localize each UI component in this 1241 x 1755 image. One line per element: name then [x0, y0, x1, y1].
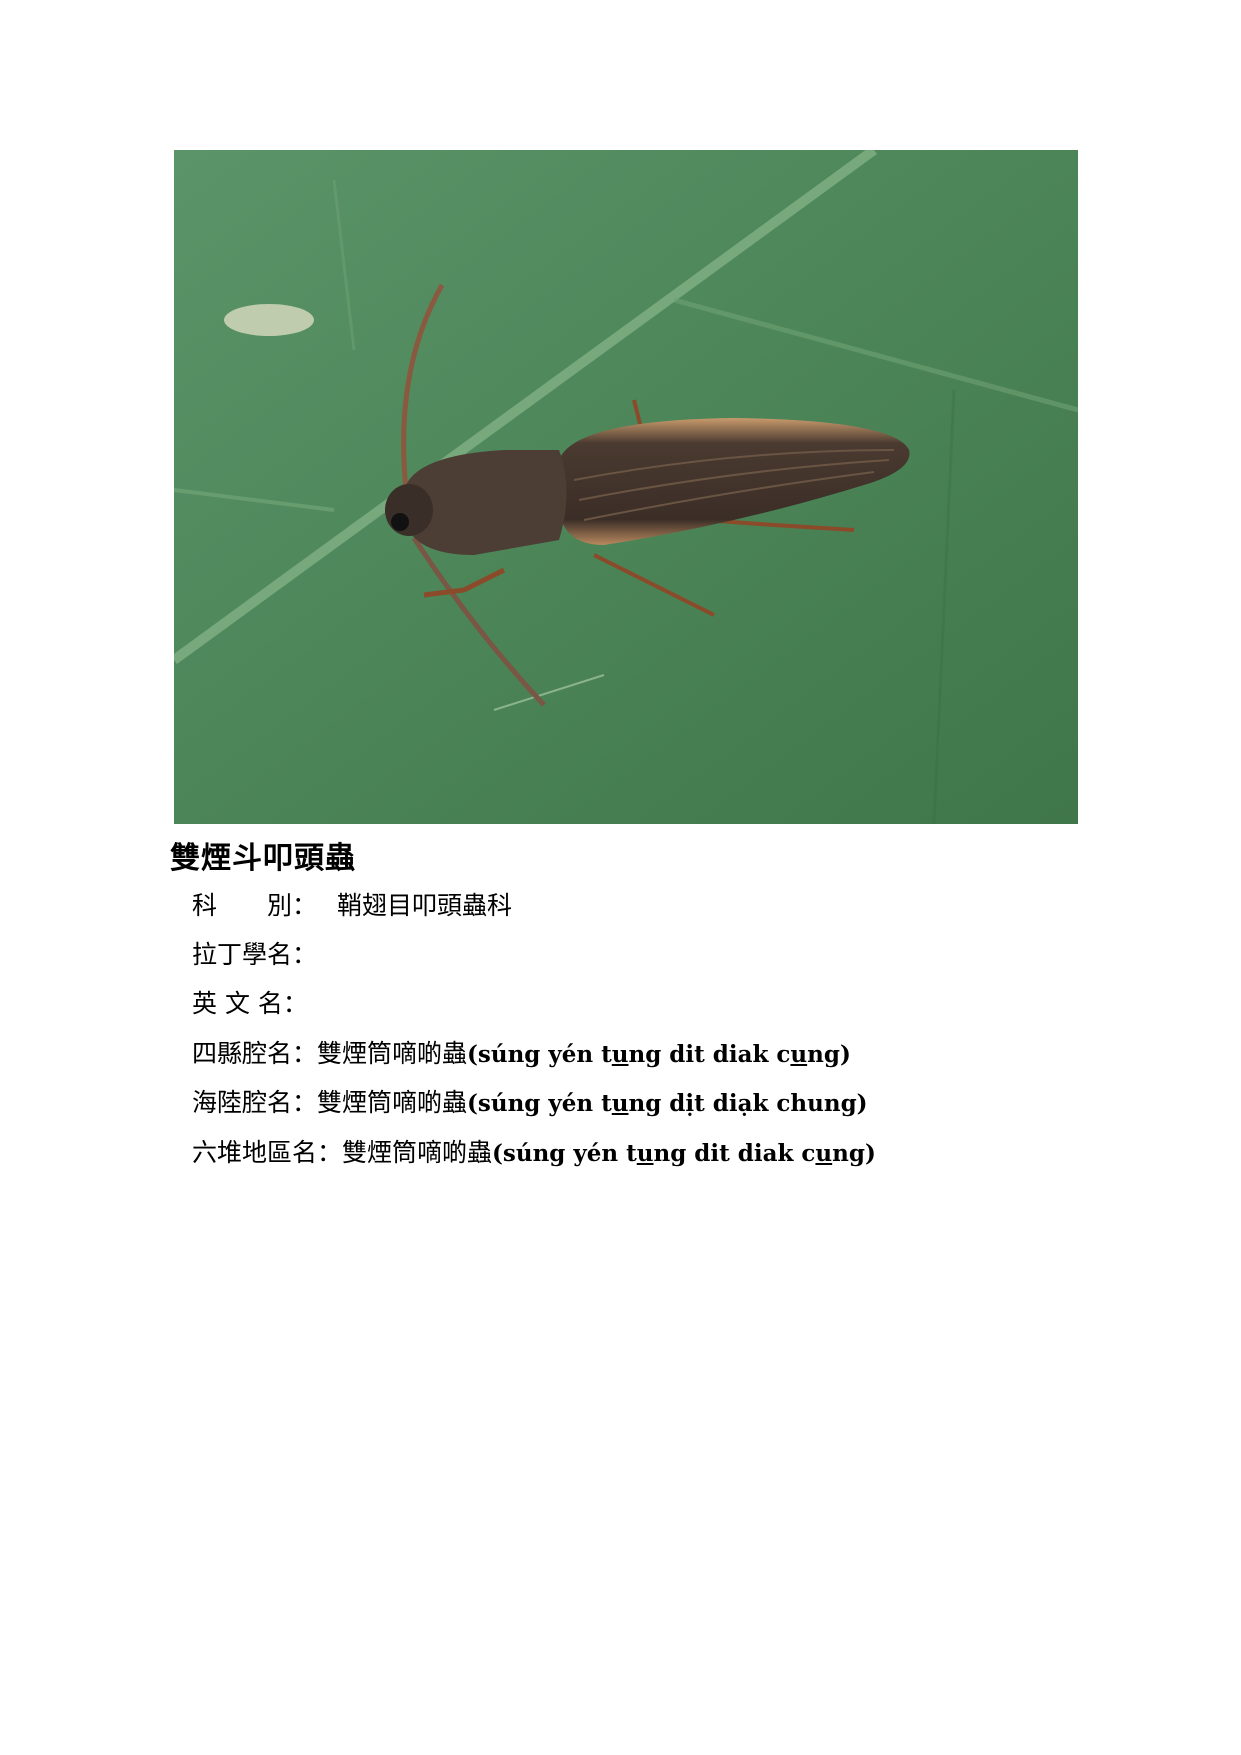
- family-row: 科 別： 鞘翅目叩頭蟲科: [192, 886, 512, 926]
- hailu-name-row: 海陸腔名：雙煙筒嘀啲蟲(súng yén tung dịt diạk chung…: [192, 1083, 868, 1123]
- rom-part: (súng yén t: [492, 1140, 637, 1167]
- rom-part: ng dịt diạk chung): [628, 1090, 868, 1117]
- latin-name-label: 拉丁學名：: [192, 940, 318, 969]
- hailu-romanization: (súng yén tung dịt diạk chung): [467, 1090, 868, 1117]
- liudui-name-row: 六堆地區名：雙煙筒嘀啲蟲(súng yén tung dit diak cung…: [192, 1133, 876, 1173]
- sixian-romanization: (súng yén tung dit diak cung): [467, 1041, 851, 1068]
- rom-part: ng dit diak c: [628, 1041, 791, 1068]
- beetle-photo: [174, 150, 1078, 824]
- family-value: 鞘翅目叩頭蟲科: [337, 891, 513, 920]
- rom-part: (súng yén t: [467, 1090, 612, 1117]
- hailu-name-label: 海陸腔名：: [192, 1088, 318, 1117]
- rom-part: (súng yén t: [467, 1041, 612, 1068]
- liudui-name-hanzi: 雙煙筒嘀啲蟲: [342, 1138, 493, 1167]
- rom-underlined: u: [636, 1140, 654, 1167]
- rom-part: ng): [832, 1140, 876, 1167]
- family-label: 科 別：: [192, 891, 318, 920]
- rom-part: ng dit diak c: [653, 1140, 816, 1167]
- rom-underlined: u: [611, 1090, 629, 1117]
- latin-name-row: 拉丁學名：: [192, 935, 317, 975]
- hailu-name-hanzi: 雙煙筒嘀啲蟲: [317, 1088, 468, 1117]
- liudui-name-label: 六堆地區名：: [192, 1138, 343, 1167]
- english-name-label: 英 文 名：: [192, 989, 308, 1018]
- rom-part: ng): [807, 1041, 851, 1068]
- sixian-name-hanzi: 雙煙筒嘀啲蟲: [317, 1039, 468, 1068]
- rom-underlined: u: [611, 1041, 629, 1068]
- liudui-romanization: (súng yén tung dit diak cung): [492, 1140, 876, 1167]
- sixian-name-label: 四縣腔名：: [192, 1039, 318, 1068]
- english-name-row: 英 文 名：: [192, 984, 308, 1024]
- page-title: 雙煙斗叩頭蟲: [170, 841, 356, 876]
- sixian-name-row: 四縣腔名：雙煙筒嘀啲蟲(súng yén tung dit diak cung): [192, 1034, 851, 1074]
- rom-underlined: u: [815, 1140, 833, 1167]
- rom-underlined: u: [790, 1041, 808, 1068]
